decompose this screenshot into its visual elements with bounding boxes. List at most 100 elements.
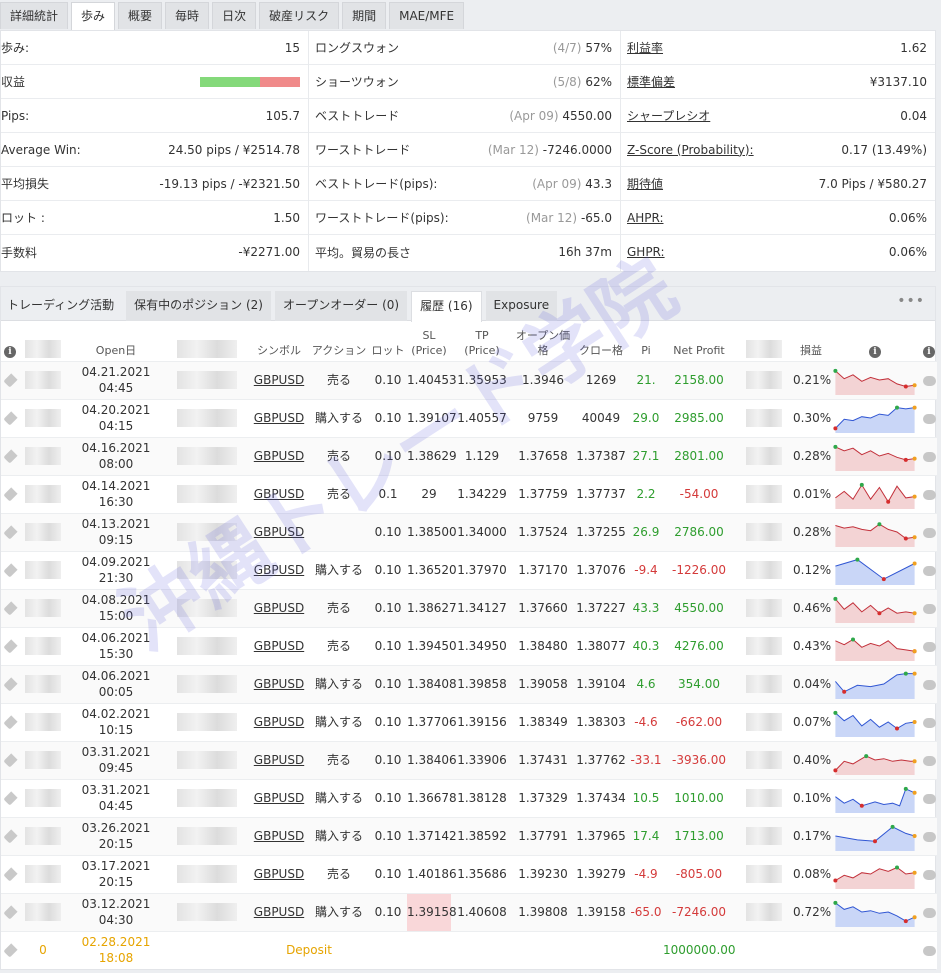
symbol-link[interactable]: GBPUSD xyxy=(254,715,304,729)
more-options-icon[interactable]: ••• xyxy=(897,293,925,309)
table-row[interactable]: 03.31.2021 09:45 GBPUSD 売る 0.10 1.38406 1.3390… xyxy=(1,740,937,779)
comment-icon[interactable] xyxy=(922,869,936,880)
top-tab-6[interactable]: 期間 xyxy=(342,2,387,29)
top-tab-0[interactable]: 詳細統計 xyxy=(0,2,69,29)
tag-icon[interactable] xyxy=(2,753,18,768)
deposit-row[interactable]: 0 02.28.2021 18:08 Deposit 1000000.00 xyxy=(1,930,937,969)
tag-icon[interactable] xyxy=(2,563,18,578)
stat-label[interactable]: 標準偏差 xyxy=(621,73,675,90)
col-action[interactable]: アクション xyxy=(309,321,369,361)
top-tab-1[interactable]: 歩み xyxy=(71,2,116,31)
stat-label[interactable]: AHPR: xyxy=(621,211,663,225)
stat-number: 0.04 xyxy=(900,108,927,123)
top-tab-7[interactable]: MAE/MFE xyxy=(389,2,465,29)
lots-cell: 0.10 xyxy=(369,816,407,855)
tag-icon[interactable] xyxy=(2,791,18,806)
panel-tab-4[interactable]: Exposure xyxy=(485,291,558,321)
stat-label[interactable]: Z-Score (Probability): xyxy=(621,143,754,157)
table-row[interactable]: 04.06.2021 00:05 GBPUSD 購入する 0.10 1.38408 1.39… xyxy=(1,664,937,703)
tag-icon[interactable] xyxy=(2,525,18,540)
col-close-price[interactable]: クロー格 xyxy=(573,321,629,361)
pips-cell: 4.6 xyxy=(629,664,663,703)
comment-icon[interactable] xyxy=(922,755,936,766)
table-row[interactable]: 03.12.2021 04:30 GBPUSD 購入する 0.10 1.39158 1.40… xyxy=(1,892,937,931)
col-net-profit[interactable]: Net Profit xyxy=(663,321,735,361)
stat-label[interactable]: シャープレシオ xyxy=(621,107,710,124)
top-tab-4[interactable]: 日次 xyxy=(212,2,257,29)
tag-icon[interactable] xyxy=(2,829,18,844)
table-row[interactable]: 04.02.2021 10:15 GBPUSD 購入する 0.10 1.37706 1.39… xyxy=(1,702,937,741)
tag-icon[interactable] xyxy=(2,601,18,616)
stat-label[interactable]: 期待値 xyxy=(621,175,663,192)
table-row[interactable]: 03.31.2021 04:45 GBPUSD 購入する 0.10 1.36678 1.38… xyxy=(1,778,937,817)
comment-icon[interactable] xyxy=(922,717,936,728)
table-row[interactable]: 04.08.2021 15:00 GBPUSD 売る 0.10 1.38627 1.3412… xyxy=(1,588,937,627)
tag-icon[interactable] xyxy=(2,943,18,958)
comment-icon[interactable] xyxy=(922,375,936,386)
stat-label[interactable]: GHPR: xyxy=(621,245,665,259)
table-row[interactable]: 04.21.2021 04:45 GBPUSD 売る 0.10 1.40453 1.3595… xyxy=(1,360,937,399)
symbol-link[interactable]: GBPUSD xyxy=(254,791,304,805)
tag-icon[interactable] xyxy=(2,715,18,730)
top-tab-3[interactable]: 毎時 xyxy=(165,2,210,29)
symbol-link[interactable]: GBPUSD xyxy=(254,525,304,539)
table-row[interactable]: 03.17.2021 20:15 GBPUSD 売る 0.10 1.40186 1.3568… xyxy=(1,854,937,893)
comment-icon[interactable] xyxy=(922,907,936,918)
col-lots[interactable]: ロット xyxy=(369,321,407,361)
panel-tab-0[interactable]: トレーディング活動 xyxy=(1,291,122,321)
comment-icon[interactable] xyxy=(922,603,936,614)
comment-icon[interactable] xyxy=(922,413,936,424)
symbol-link[interactable]: GBPUSD xyxy=(254,487,304,501)
col-sl[interactable]: SL (Price) xyxy=(407,321,451,361)
table-row[interactable]: 04.06.2021 15:30 GBPUSD 売る 0.10 1.39450 1.3495… xyxy=(1,626,937,665)
tag-icon[interactable] xyxy=(2,449,18,464)
table-row[interactable]: 04.14.2021 16:30 GBPUSD 売る 0.1 29 1.34229 1.377… xyxy=(1,474,937,513)
panel-tab-2[interactable]: オープンオーダー (0) xyxy=(275,291,408,321)
sparkline-cell xyxy=(829,892,921,931)
table-row[interactable]: 04.16.2021 08:00 GBPUSD 売る 0.10 1.38629 1.129 1… xyxy=(1,436,937,475)
action-cell: 購入する xyxy=(309,892,369,931)
symbol-link[interactable]: GBPUSD xyxy=(254,411,304,425)
comment-icon[interactable] xyxy=(922,527,936,538)
col-tp[interactable]: TP (Price) xyxy=(451,321,513,361)
comment-icon[interactable] xyxy=(922,831,936,842)
table-row[interactable]: 04.09.2021 21:30 GBPUSD 購入する 0.10 1.36520 1.37… xyxy=(1,550,937,589)
comment-icon[interactable] xyxy=(922,565,936,576)
symbol-link[interactable]: GBPUSD xyxy=(254,449,304,463)
col-symbol[interactable]: シンボル xyxy=(249,321,309,361)
tag-icon[interactable] xyxy=(2,639,18,654)
symbol-link[interactable]: GBPUSD xyxy=(254,753,304,767)
symbol-link[interactable]: GBPUSD xyxy=(254,563,304,577)
stat-label[interactable]: 利益率 xyxy=(621,39,663,56)
panel-tab-3[interactable]: 履歴 (16) xyxy=(411,291,482,322)
table-row[interactable]: 04.20.2021 04:15 GBPUSD 購入する 0.10 1.39107 1.40… xyxy=(1,398,937,437)
panel-tab-1[interactable]: 保有中のポジション (2) xyxy=(126,291,271,321)
comment-icon[interactable] xyxy=(922,641,936,652)
tag-icon[interactable] xyxy=(2,373,18,388)
tag-icon[interactable] xyxy=(2,411,18,426)
tag-icon[interactable] xyxy=(2,677,18,692)
symbol-link[interactable]: GBPUSD xyxy=(254,639,304,653)
tag-icon[interactable] xyxy=(2,905,18,920)
comment-icon[interactable] xyxy=(922,945,936,956)
symbol-link[interactable]: GBPUSD xyxy=(254,867,304,881)
top-tab-2[interactable]: 概要 xyxy=(118,2,163,29)
col-pips[interactable]: Pi xyxy=(629,321,663,361)
comment-icon[interactable] xyxy=(922,489,936,500)
comment-icon[interactable] xyxy=(922,451,936,462)
symbol-link[interactable]: GBPUSD xyxy=(254,905,304,919)
table-row[interactable]: 03.26.2021 20:15 GBPUSD 購入する 0.10 1.37142 1.38… xyxy=(1,816,937,855)
symbol-link[interactable]: GBPUSD xyxy=(254,677,304,691)
tag-icon[interactable] xyxy=(2,867,18,882)
top-tab-5[interactable]: 破産リスク xyxy=(259,2,340,29)
col-open-price[interactable]: オープン価格 xyxy=(513,321,573,361)
symbol-link[interactable]: GBPUSD xyxy=(254,829,304,843)
symbol-link[interactable]: GBPUSD xyxy=(254,373,304,387)
table-row[interactable]: 04.13.2021 09:15 GBPUSD 0.10 1.38500 1.34000 1… xyxy=(1,512,937,551)
col-gain[interactable]: 損益 xyxy=(793,321,829,361)
comment-icon[interactable] xyxy=(922,679,936,690)
comment-icon[interactable] xyxy=(922,793,936,804)
symbol-link[interactable]: GBPUSD xyxy=(254,601,304,615)
tag-icon[interactable] xyxy=(2,487,18,502)
col-open-date[interactable]: Open日 xyxy=(67,321,165,361)
